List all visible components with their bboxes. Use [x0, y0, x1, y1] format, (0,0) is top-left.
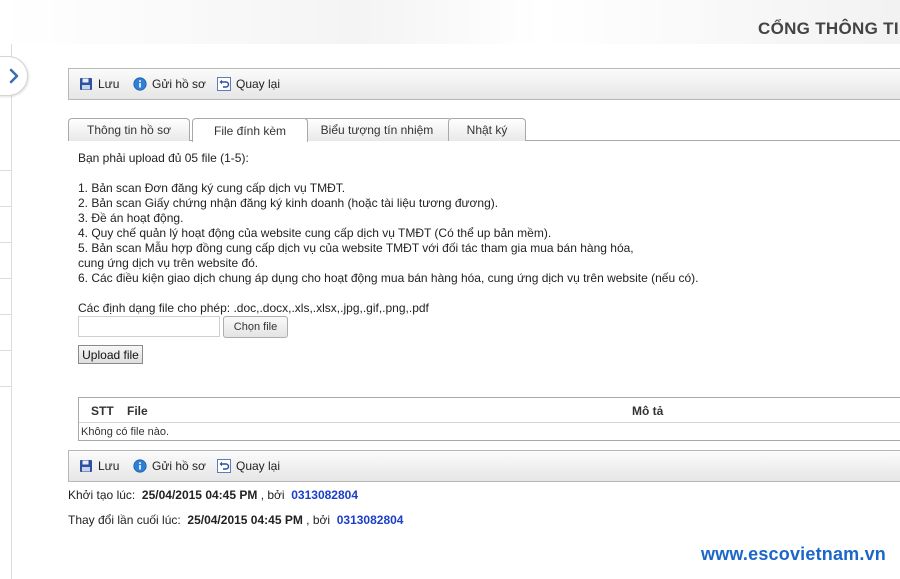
- portal-title: CỔNG THÔNG TIN: [758, 19, 900, 38]
- info-circle-icon: [133, 77, 147, 91]
- back-button[interactable]: Quay lại: [217, 69, 280, 99]
- sidebar-divider: [0, 350, 12, 351]
- tab-bieu-tuong-tin-nhiem[interactable]: Biểu tượng tín nhiệm: [302, 118, 452, 141]
- column-header-stt: STT: [91, 404, 114, 418]
- tab-label: Biểu tượng tín nhiệm: [320, 123, 434, 137]
- file-path-input[interactable]: [78, 316, 220, 337]
- floppy-disk-icon: [80, 460, 92, 472]
- modified-time: 25/04/2015 04:45 PM: [187, 513, 303, 527]
- tab-file-dinh-kem[interactable]: File đính kèm: [192, 118, 308, 142]
- upload-file-button[interactable]: Upload file: [78, 345, 143, 364]
- sidebar-divider: [0, 278, 12, 279]
- info-circle-icon: [133, 459, 147, 473]
- tab-thong-tin-ho-so[interactable]: Thông tin hồ sơ: [68, 118, 190, 141]
- submit-button[interactable]: Gửi hồ sơ: [133, 451, 206, 481]
- file-table: STT File Mô tả Không có file nào.: [78, 397, 900, 441]
- undo-arrow-icon: [217, 77, 231, 91]
- watermark-text: www.escovietnam.vn: [701, 544, 886, 564]
- column-header-description: Mô tả: [632, 404, 664, 418]
- save-button[interactable]: Lưu: [79, 451, 119, 481]
- choose-file-button[interactable]: Chọn file: [223, 316, 288, 338]
- created-time: 25/04/2015 04:45 PM: [141, 488, 258, 502]
- tab-label: File đính kèm: [213, 123, 287, 138]
- tab-bar: Thông tin hồ sơ File đính kèm Biểu tượng…: [68, 117, 900, 142]
- requirement-item: 2. Bản scan Giấy chứng nhận đăng ký kinh…: [78, 196, 499, 210]
- chevron-right-icon: [9, 68, 19, 84]
- allowed-formats-label: Các định dạng file cho phép: .doc,.docx,…: [78, 301, 429, 315]
- sidebar-divider: [0, 314, 12, 315]
- submit-label: Gửi hồ sơ: [152, 77, 206, 91]
- save-label: Lưu: [98, 77, 120, 91]
- requirement-item: 5. Bản scan Mẫu hợp đồng cung cấp dịch v…: [78, 241, 634, 255]
- sidebar-divider: [0, 170, 12, 171]
- tab-label: Nhật ký: [466, 123, 508, 137]
- requirement-item: cung ứng dịch vụ trên website đó.: [78, 256, 259, 270]
- undo-arrow-icon: [217, 459, 231, 473]
- modified-info: Thay đổi lần cuối lúc: 25/04/2015 04:45 …: [68, 513, 403, 527]
- tab-label: Thông tin hồ sơ: [87, 123, 171, 137]
- column-header-file: File: [127, 404, 148, 418]
- submit-label: Gửi hồ sơ: [152, 459, 206, 473]
- by-label: , bởi: [306, 513, 331, 527]
- upload-intro: Bạn phải upload đủ 05 file (1-5):: [78, 151, 249, 165]
- submit-button[interactable]: Gửi hồ sơ: [133, 69, 206, 99]
- floppy-disk-icon: [80, 78, 92, 90]
- sidebar-divider: [0, 386, 12, 387]
- bottom-toolbar: Lưu Gửi hồ sơ Quay lại: [68, 450, 900, 482]
- left-sidebar: [0, 44, 12, 579]
- created-label: Khởi tạo lúc:: [68, 488, 136, 502]
- requirement-item: 4. Quy chế quản lý hoạt động của website…: [78, 226, 552, 240]
- requirement-item: 3. Đề án hoạt động.: [78, 211, 184, 225]
- back-button[interactable]: Quay lại: [217, 451, 280, 481]
- tab-nhat-ky[interactable]: Nhật ký: [448, 118, 526, 141]
- created-by-link[interactable]: 0313082804: [291, 488, 358, 502]
- modified-by-link[interactable]: 0313082804: [337, 513, 404, 527]
- table-empty-message: Không có file nào.: [81, 426, 170, 438]
- modified-label: Thay đổi lần cuối lúc:: [68, 513, 181, 527]
- top-toolbar: Lưu Gửi hồ sơ Quay lại: [68, 68, 900, 100]
- sidebar-toggle-button[interactable]: [0, 56, 28, 96]
- by-label: , bởi: [260, 488, 285, 502]
- back-label: Quay lại: [236, 459, 281, 473]
- save-button[interactable]: Lưu: [79, 69, 119, 99]
- requirement-item: 1. Bản scan Đơn đăng ký cung cấp dịch vụ…: [78, 181, 346, 195]
- save-label: Lưu: [98, 459, 120, 473]
- sidebar-divider: [0, 242, 12, 243]
- sidebar-divider: [0, 206, 12, 207]
- requirement-item: 6. Các điều kiện giao dịch chung áp dụng…: [78, 271, 699, 285]
- created-info: Khởi tạo lúc: 25/04/2015 04:45 PM , bởi …: [68, 488, 358, 502]
- back-label: Quay lại: [236, 77, 281, 91]
- table-header: STT File Mô tả: [79, 398, 900, 423]
